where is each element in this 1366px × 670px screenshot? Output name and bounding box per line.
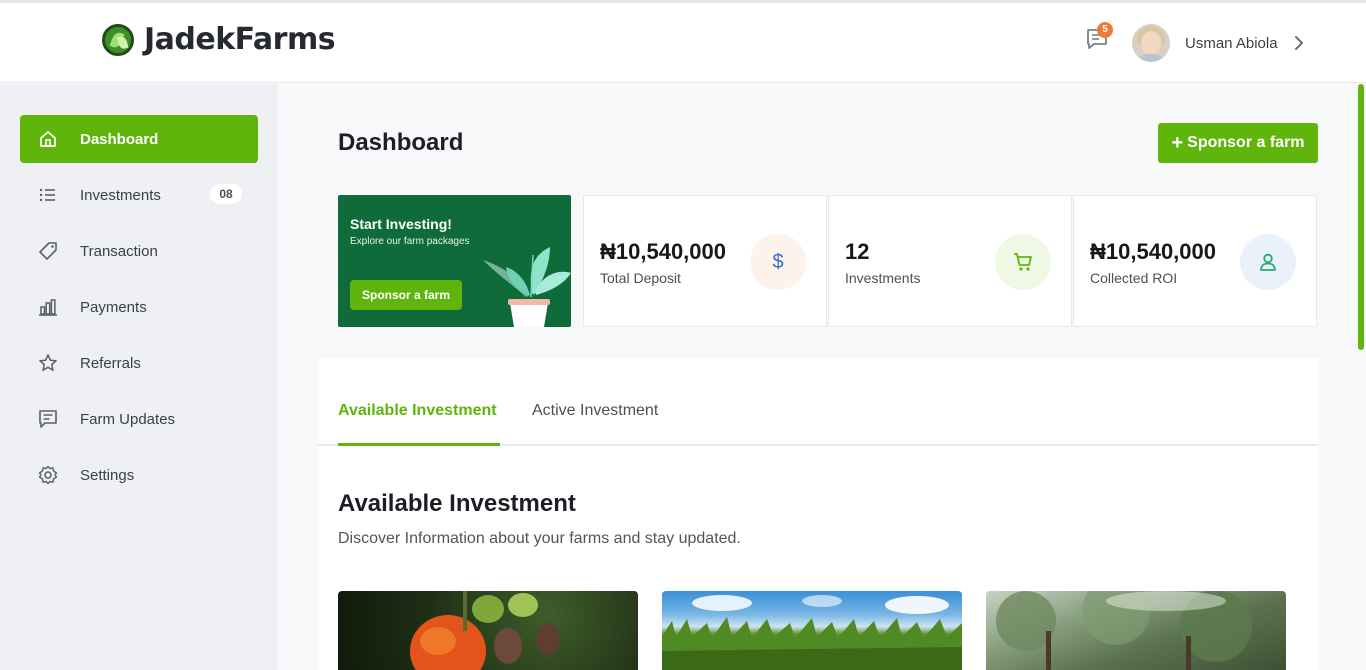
collected-roi-value: ₦10,540,000 bbox=[1090, 239, 1216, 264]
farm-card-image[interactable] bbox=[662, 591, 962, 670]
sidebar-item-referrals[interactable]: Referrals bbox=[20, 339, 258, 387]
brand-logo[interactable]: JadekFarms bbox=[102, 22, 336, 57]
brand-name: JadekFarms bbox=[144, 22, 336, 57]
section-title: Available Investment bbox=[338, 490, 576, 517]
sidebar-item-dashboard[interactable]: Dashboard bbox=[20, 115, 258, 163]
investments-value: 12 bbox=[845, 239, 870, 264]
tab-available-investment[interactable]: Available Investment bbox=[338, 402, 497, 420]
sidebar-item-label: Investments bbox=[80, 187, 161, 204]
sidebar-item-transaction[interactable]: Transaction bbox=[20, 227, 258, 275]
orchard-image bbox=[996, 591, 1252, 670]
collected-roi-card: ₦10,540,000 Collected ROI bbox=[1073, 195, 1317, 327]
investments-count-badge: 08 bbox=[210, 184, 242, 204]
total-deposit-value: ₦10,540,000 bbox=[600, 239, 726, 264]
section-subtitle: Discover Information about your farms an… bbox=[338, 530, 741, 547]
investments-card: 12 Investments bbox=[828, 195, 1072, 327]
promo-title: Start Investing! bbox=[350, 216, 452, 232]
sidebar: Dashboard Investments 08 Transaction Pay… bbox=[0, 84, 278, 670]
sidebar-item-label: Payments bbox=[80, 299, 147, 316]
sidebar-item-settings[interactable]: Settings bbox=[20, 451, 258, 499]
corn-field-image bbox=[662, 595, 962, 670]
total-deposit-card: ₦10,540,000 Total Deposit $ bbox=[583, 195, 827, 327]
promo-subtitle: Explore our farm packages bbox=[350, 236, 470, 247]
svg-text:$: $ bbox=[772, 251, 783, 273]
avatar[interactable] bbox=[1132, 24, 1170, 62]
promo-sponsor-button[interactable]: Sponsor a farm bbox=[350, 280, 462, 310]
scrollbar-thumb[interactable] bbox=[1358, 84, 1364, 350]
sidebar-item-label: Farm Updates bbox=[80, 411, 176, 428]
leaf-logo-icon bbox=[102, 23, 134, 56]
notification-badge: 5 bbox=[1097, 22, 1113, 38]
investment-panel: Available Investment Active Investment A… bbox=[318, 358, 1318, 670]
star-icon bbox=[39, 354, 57, 371]
cart-icon bbox=[995, 234, 1051, 290]
user-name[interactable]: Usman Abiola bbox=[1185, 35, 1278, 52]
sponsor-farm-button[interactable]: + Sponsor a farm bbox=[1158, 123, 1318, 163]
plant-illustration bbox=[483, 247, 571, 327]
list-icon bbox=[39, 188, 55, 202]
total-deposit-label: Total Deposit bbox=[600, 270, 681, 286]
farm-card-image[interactable] bbox=[338, 591, 638, 670]
promo-card: Start Investing! Explore our farm packag… bbox=[338, 195, 571, 327]
sidebar-item-payments[interactable]: Payments bbox=[20, 283, 258, 331]
dollar-icon: $ bbox=[750, 234, 806, 290]
sidebar-item-label: Settings bbox=[80, 467, 135, 484]
chevron-right-icon[interactable] bbox=[1292, 34, 1306, 52]
bar-chart-icon bbox=[39, 299, 57, 316]
sidebar-item-investments[interactable]: Investments 08 bbox=[20, 171, 258, 219]
investment-tabs: Available Investment Active Investment bbox=[318, 358, 1318, 446]
tab-active-investment[interactable]: Active Investment bbox=[532, 402, 658, 420]
sidebar-item-label: Dashboard bbox=[80, 131, 159, 148]
investments-label: Investments bbox=[845, 270, 921, 286]
message-square-icon bbox=[39, 410, 57, 428]
user-icon bbox=[1240, 234, 1296, 290]
farm-card-image[interactable] bbox=[986, 591, 1286, 670]
page-title: Dashboard bbox=[338, 129, 464, 156]
sidebar-item-label: Transaction bbox=[80, 243, 158, 260]
active-tab-indicator bbox=[338, 443, 500, 446]
gear-icon bbox=[38, 465, 58, 485]
tag-icon bbox=[39, 242, 57, 260]
home-icon bbox=[40, 131, 56, 147]
sidebar-item-farm-updates[interactable]: Farm Updates bbox=[20, 395, 258, 443]
collected-roi-label: Collected ROI bbox=[1090, 270, 1178, 286]
cashew-fruit-image bbox=[410, 591, 560, 670]
sponsor-farm-label: Sponsor a farm bbox=[1187, 134, 1305, 151]
plus-icon: + bbox=[1171, 132, 1184, 154]
sidebar-item-label: Referrals bbox=[80, 355, 141, 372]
